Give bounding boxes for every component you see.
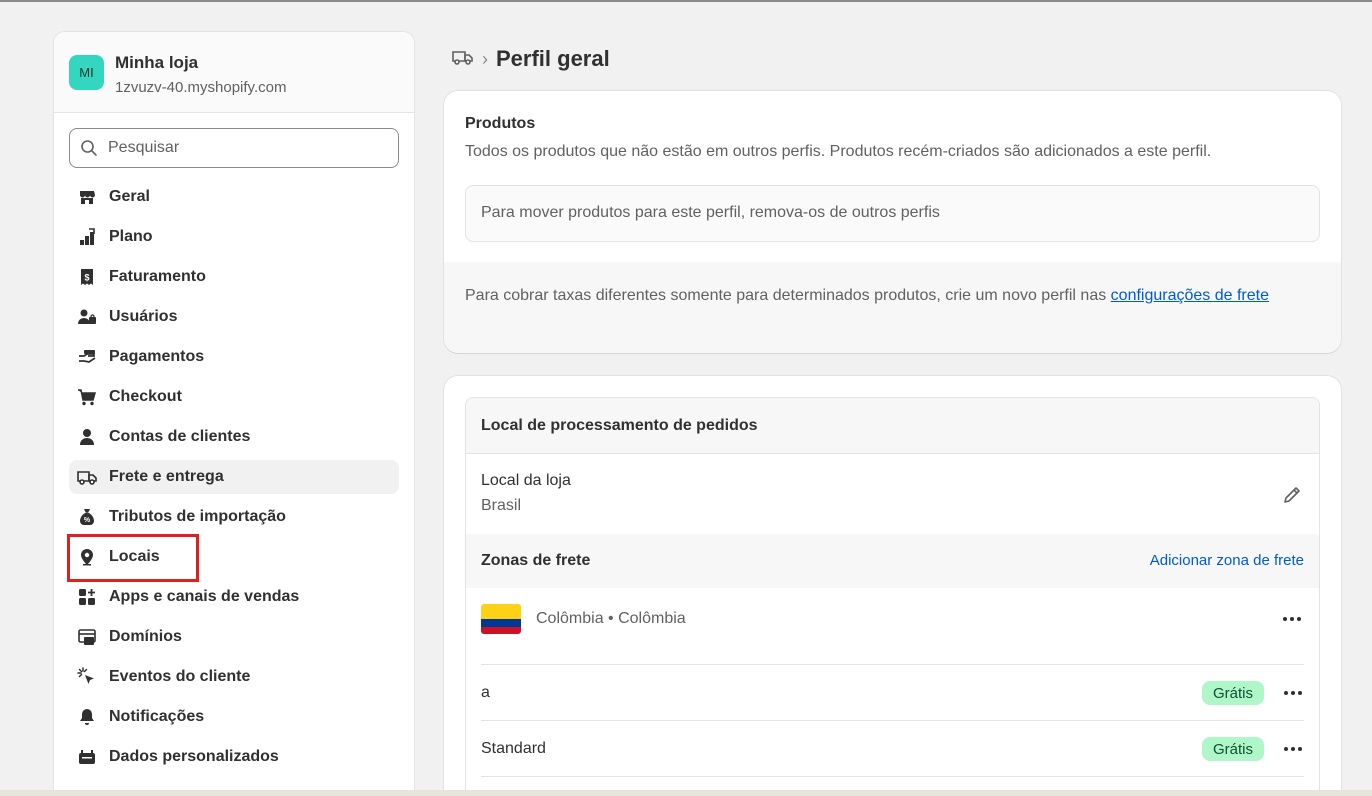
billing-icon: $ xyxy=(77,267,97,287)
domains-icon xyxy=(77,627,97,647)
more-actions-icon[interactable] xyxy=(1281,609,1303,629)
nav-item-label: Dados personalizados xyxy=(109,748,279,765)
window-top-border xyxy=(0,0,1372,2)
store-icon xyxy=(77,187,97,207)
nav-item-label: Faturamento xyxy=(109,268,206,285)
nav-item-faturamento[interactable]: $ Faturamento xyxy=(69,260,399,294)
shipping-settings-link[interactable]: configurações de frete xyxy=(1111,287,1269,304)
nav-item-notificacoes[interactable]: Notificações xyxy=(69,700,399,734)
nav-item-label: Locais xyxy=(109,548,160,565)
nav-item-tributos-de-importacao[interactable]: % Tributos de importação xyxy=(69,500,399,534)
search-icon xyxy=(80,139,98,157)
zone-row: Colômbia • Colômbia xyxy=(466,588,1319,664)
payments-icon xyxy=(77,347,97,367)
nav-item-label: Apps e canais de vendas xyxy=(109,588,300,605)
price-badge: Grátis xyxy=(1201,737,1264,761)
fulfillment-location-panel: Local de processamento de pedidos Local … xyxy=(465,397,1320,796)
nav-item-pagamentos[interactable]: Pagamentos xyxy=(69,340,399,374)
bell-icon xyxy=(77,707,97,727)
location-row: Local da loja Brasil xyxy=(466,454,1319,534)
truck-icon xyxy=(77,467,97,487)
nav-item-label: Domínios xyxy=(109,628,182,645)
shipping-zones-header: Zonas de frete Adicionar zona de frete xyxy=(466,534,1319,588)
breadcrumb: › Perfil geral xyxy=(452,46,610,72)
nav-item-label: Frete e entrega xyxy=(109,468,224,485)
truck-icon[interactable] xyxy=(452,47,474,72)
settings-nav: Geral Plano $ Faturamento Usuários Pagam… xyxy=(69,180,399,780)
store-header[interactable]: MI Minha loja 1zvuzv-40.myshopify.com xyxy=(54,32,414,113)
nav-item-label: Eventos do cliente xyxy=(109,668,251,685)
footer-text: Para cobrar taxas diferentes somente par… xyxy=(465,287,1111,304)
search-box[interactable] xyxy=(69,128,399,168)
nav-item-geral[interactable]: Geral xyxy=(69,180,399,214)
store-name: Minha loja xyxy=(115,53,199,72)
nav-item-label: Checkout xyxy=(109,388,182,405)
nav-item-locais[interactable]: Locais xyxy=(69,540,399,574)
location-country: Brasil xyxy=(481,497,522,514)
svg-text:$: $ xyxy=(84,273,89,283)
store-avatar: MI xyxy=(69,55,104,90)
rate-row: a Grátis xyxy=(481,664,1304,720)
nav-item-usuarios[interactable]: Usuários xyxy=(69,300,399,334)
settings-sidebar: MI Minha loja 1zvuzv-40.myshopify.com Ge… xyxy=(53,31,415,796)
nav-item-dados-personalizados[interactable]: Dados personalizados xyxy=(69,740,399,774)
duties-icon: % xyxy=(77,507,97,527)
nav-item-eventos-do-cliente[interactable]: Eventos do cliente xyxy=(69,660,399,694)
apps-icon xyxy=(77,587,97,607)
add-shipping-zone-link[interactable]: Adicionar zona de frete xyxy=(1150,552,1304,569)
person-icon xyxy=(77,427,97,447)
breadcrumb-separator: › xyxy=(482,48,488,69)
fulfillment-card: Local de processamento de pedidos Local … xyxy=(444,376,1341,796)
products-card: Produtos Todos os produtos que não estão… xyxy=(444,91,1341,353)
more-actions-icon[interactable] xyxy=(1282,739,1304,759)
svg-text:%: % xyxy=(84,517,91,524)
page-title: Perfil geral xyxy=(496,46,610,71)
nav-item-label: Contas de clientes xyxy=(109,428,251,445)
cart-icon xyxy=(77,387,97,407)
nav-item-contas-de-clientes[interactable]: Contas de clientes xyxy=(69,420,399,454)
location-name: Local da loja xyxy=(481,472,571,489)
zone-name: Colômbia • Colômbia xyxy=(536,610,686,627)
rate-name: Standard xyxy=(481,740,546,757)
fulfillment-heading: Local de processamento de pedidos xyxy=(466,398,1319,454)
rate-row: Standard Grátis xyxy=(481,720,1304,776)
nav-item-checkout[interactable]: Checkout xyxy=(69,380,399,414)
products-description: Todos os produtos que não estão em outro… xyxy=(465,143,1212,160)
more-actions-icon[interactable] xyxy=(1282,683,1304,703)
move-products-note: Para mover produtos para este perfil, re… xyxy=(465,185,1320,242)
cursor-icon xyxy=(77,667,97,687)
data-icon xyxy=(77,747,97,767)
nav-item-apps-e-canais[interactable]: Apps e canais de vendas xyxy=(69,580,399,614)
taskbar-edge xyxy=(0,790,1372,796)
nav-item-label: Usuários xyxy=(109,308,178,325)
nav-item-label: Notificações xyxy=(109,708,205,725)
users-icon xyxy=(77,307,97,327)
shipping-zones-title: Zonas de frete xyxy=(481,552,591,569)
nav-item-label: Geral xyxy=(109,188,150,205)
colombia-flag-icon xyxy=(481,604,521,634)
products-footer: Para cobrar taxas diferentes somente par… xyxy=(444,262,1341,353)
nav-item-dominios[interactable]: Domínios xyxy=(69,620,399,654)
price-badge: Grátis xyxy=(1201,681,1264,705)
nav-item-label: Pagamentos xyxy=(109,348,205,365)
rate-name: a xyxy=(481,684,490,701)
store-domain: 1zvuzv-40.myshopify.com xyxy=(115,79,287,96)
location-icon xyxy=(77,547,97,567)
plan-icon xyxy=(77,227,97,247)
nav-item-label: Tributos de importação xyxy=(109,508,286,525)
nav-item-frete-e-entrega[interactable]: Frete e entrega xyxy=(69,460,399,494)
nav-item-plano[interactable]: Plano xyxy=(69,220,399,254)
edit-pencil-icon[interactable] xyxy=(1281,484,1303,506)
search-input[interactable] xyxy=(108,139,398,157)
products-title: Produtos xyxy=(465,115,536,132)
nav-item-label: Plano xyxy=(109,228,153,245)
